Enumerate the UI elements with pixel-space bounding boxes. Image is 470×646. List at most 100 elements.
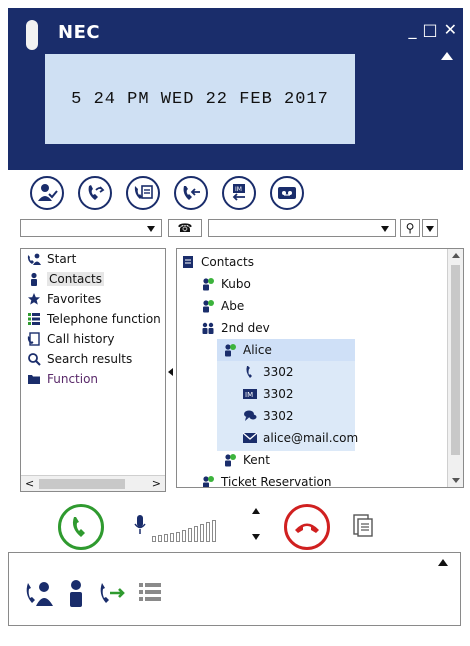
group-icon (202, 322, 214, 334)
nav-item-label: Contacts (47, 272, 104, 286)
bottom-icon-bar (23, 579, 161, 607)
call-forward-icon (88, 185, 105, 200)
tree-root-contacts[interactable]: Contacts (181, 251, 254, 273)
nav-item-label: Call history (47, 332, 115, 346)
panel-splitter-icon[interactable] (168, 368, 173, 376)
chevron-down-icon (381, 226, 389, 232)
contact-row[interactable]: Abe (201, 295, 244, 317)
hang-up-button[interactable] (284, 504, 330, 550)
contact-detail-email[interactable]: alice@mail.com (243, 427, 358, 449)
contact-online-icon (225, 344, 236, 357)
volume-level-meter[interactable] (152, 520, 216, 542)
answer-call-button[interactable] (58, 504, 104, 550)
contact-detail-im[interactable]: IM 3302 (243, 383, 294, 405)
call-pickup-button[interactable] (174, 176, 208, 210)
lcd-display: 5 24 PM WED 22 FEB 2017 (45, 54, 355, 144)
nav-item-favorites[interactable]: Favorites (21, 289, 165, 309)
navigation-list: Start Contacts Favorites Telephone funct… (20, 248, 166, 492)
expand-panel-icon[interactable] (438, 559, 448, 566)
scroll-up-icon[interactable] (452, 253, 460, 258)
scroll-down-icon[interactable] (452, 478, 460, 483)
contact-name: Abe (221, 299, 245, 313)
minimize-button[interactable]: _ (408, 20, 416, 39)
contact-name: Alice (243, 343, 272, 357)
nav-horizontal-scrollbar[interactable]: < > (21, 475, 165, 491)
brand-logo: NEC (58, 22, 101, 43)
tree-label: Contacts (201, 255, 254, 269)
nav-item-search-results[interactable]: Search results (21, 349, 165, 369)
contact-row[interactable]: Kubo (201, 273, 251, 295)
star-icon (28, 293, 40, 305)
contact-online-icon (203, 278, 214, 291)
search-options-dropdown[interactable] (422, 219, 438, 237)
dial-button[interactable]: ☎ (168, 219, 202, 237)
hang-up-icon (295, 523, 319, 533)
handle-icon[interactable] (26, 20, 38, 50)
phonebook-icon (134, 185, 153, 199)
volume-stepper[interactable] (252, 508, 262, 540)
call-forward-button[interactable] (78, 176, 112, 210)
volume-up-icon[interactable] (252, 508, 260, 514)
maximize-button[interactable]: □ (422, 20, 437, 39)
contact-row-selected[interactable]: Alice (223, 339, 272, 361)
detail-value: 3302 (263, 409, 294, 423)
window-controls: _ □ ✕ (408, 20, 457, 39)
search-input[interactable] (208, 219, 396, 237)
nav-item-call-history[interactable]: Call history (21, 329, 165, 349)
nav-item-function[interactable]: Function (21, 369, 165, 389)
detail-value: alice@mail.com (263, 431, 359, 445)
scroll-thumb[interactable] (39, 479, 125, 489)
search-button[interactable]: ⚲ (400, 219, 420, 237)
chevron-down-icon (147, 226, 155, 232)
person-icon[interactable] (67, 579, 85, 607)
telephone-function-icon (28, 313, 40, 325)
nav-item-label: Search results (47, 352, 133, 366)
call-contact-icon[interactable] (23, 579, 55, 607)
folder-icon (28, 375, 40, 384)
voicemail-button[interactable] (270, 176, 304, 210)
title-header: NEC _ □ ✕ 5 24 PM WED 22 FEB 2017 (8, 8, 463, 170)
contact-name: Ticket Reservation (221, 475, 332, 488)
presence-status-button[interactable] (30, 176, 64, 210)
scroll-right-icon[interactable]: > (152, 476, 161, 492)
tree-vertical-scrollbar[interactable] (447, 249, 463, 487)
scroll-thumb[interactable] (451, 265, 460, 455)
lcd-text: 5 24 PM WED 22 FEB 2017 (71, 89, 329, 109)
svg-text:IM: IM (245, 391, 253, 399)
nav-item-label: Function (47, 372, 99, 386)
start-icon (27, 253, 41, 265)
instant-message-icon: IM (232, 184, 245, 201)
microphone-icon (134, 515, 146, 534)
memo-icon[interactable] (352, 512, 374, 538)
contact-detail-phone[interactable]: 3302 (243, 361, 294, 383)
group-row[interactable]: 2nd dev (201, 317, 270, 339)
voicemail-icon (278, 187, 296, 199)
detail-value: 3302 (263, 365, 294, 379)
volume-down-icon[interactable] (252, 534, 260, 540)
contact-row[interactable]: Kent (223, 449, 270, 471)
nav-item-telephone-function[interactable]: Telephone function (21, 309, 165, 329)
chat-icon (244, 410, 257, 421)
line-select[interactable] (20, 219, 162, 237)
contact-detail-chat[interactable]: 3302 (243, 405, 294, 427)
call-control-bar (56, 504, 416, 550)
combo-row: ☎ ⚲ (20, 219, 438, 239)
contact-row[interactable]: Ticket Reservation (201, 471, 332, 488)
nav-item-contacts[interactable]: Contacts (21, 269, 165, 289)
instant-message-button[interactable]: IM (222, 176, 256, 210)
nav-item-start[interactable]: Start (21, 249, 165, 269)
phonebook-button[interactable] (126, 176, 160, 210)
nav-item-label: Favorites (47, 292, 102, 306)
call-transfer-icon[interactable] (97, 579, 127, 607)
contacts-tree: Contacts Kubo Abe 2nd dev Alice 3302 IM … (176, 248, 464, 488)
contact-online-icon (203, 300, 214, 313)
svg-text:IM: IM (235, 186, 242, 193)
close-button[interactable]: ✕ (444, 20, 457, 39)
collapse-display-icon[interactable] (441, 52, 453, 60)
instant-message-icon: IM (243, 389, 257, 399)
presence-status-icon (38, 184, 58, 201)
contact-online-icon (203, 476, 214, 487)
list-icon[interactable] (139, 580, 161, 606)
scroll-left-icon[interactable]: < (25, 476, 34, 492)
contact-name: Kubo (221, 277, 251, 291)
